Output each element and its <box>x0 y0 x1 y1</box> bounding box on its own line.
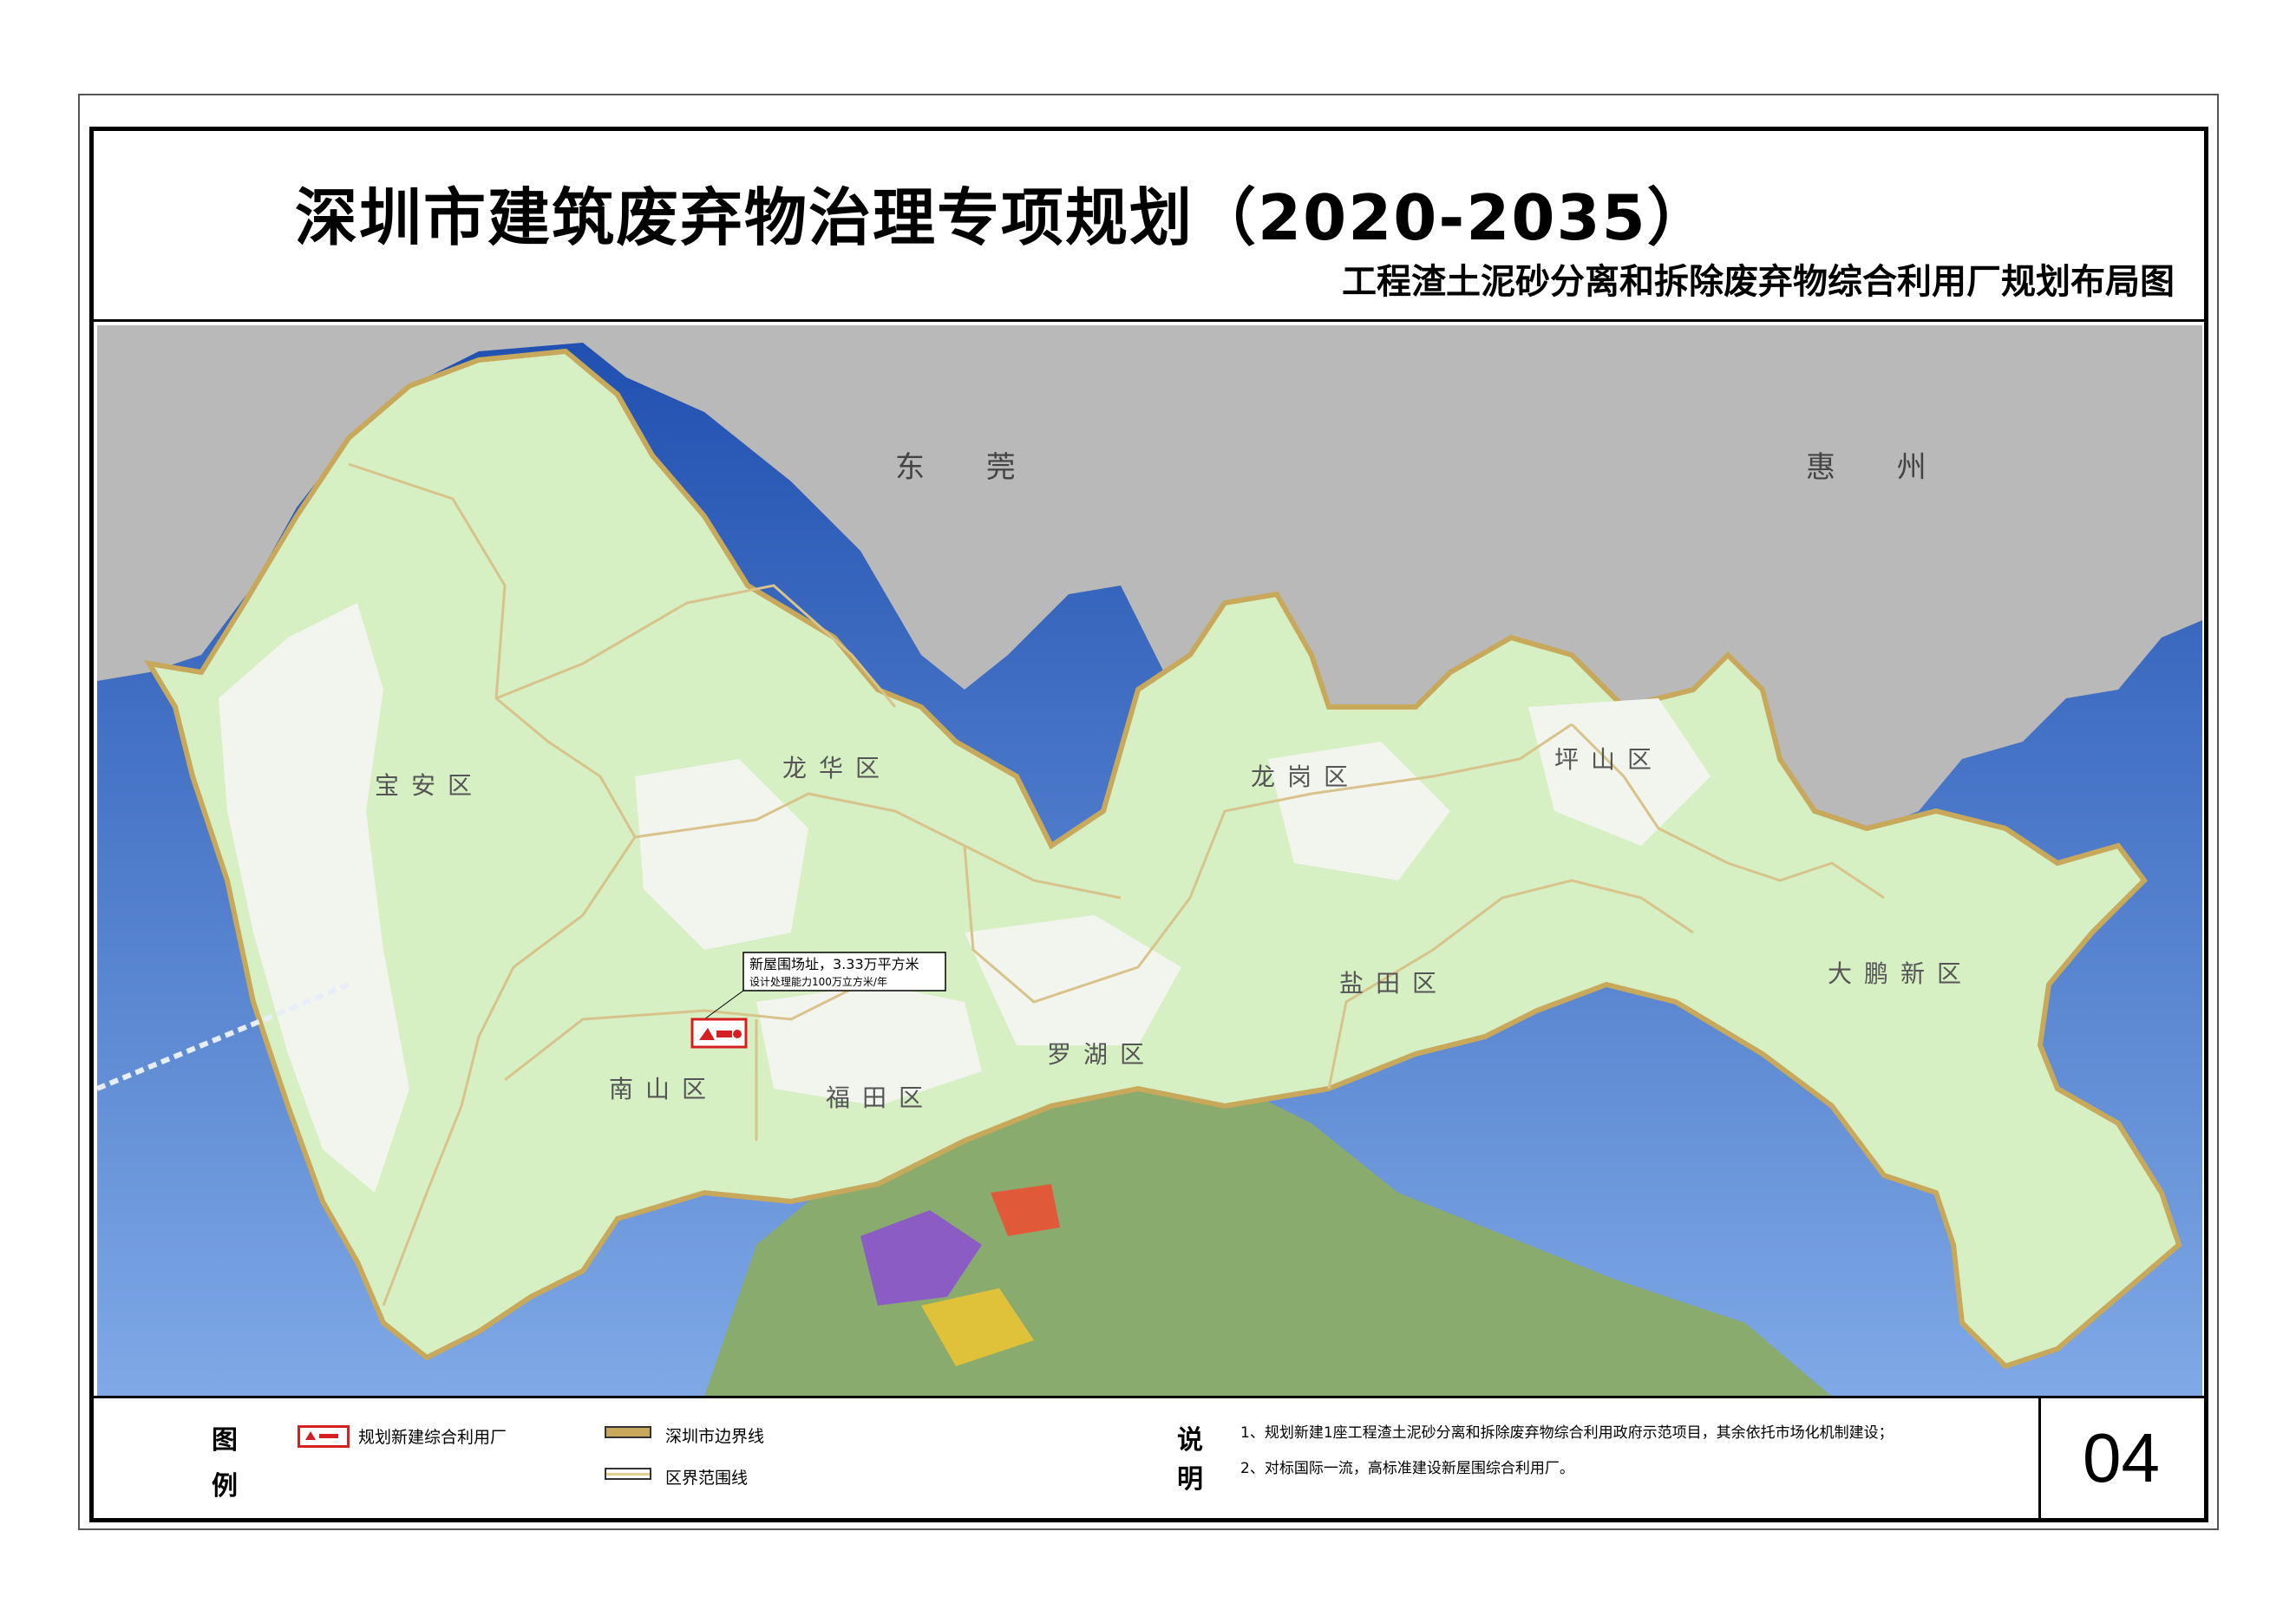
page-title: 深圳市建筑废弃物治理专项规划（2020-2035） <box>295 181 1711 254</box>
note-item-2: 2、对标国际一流，高标准建设新屋围综合利用厂。 <box>1240 1460 1574 1477</box>
district-label-dapeng: 大鹏新区 <box>1828 959 1973 988</box>
district-label-nanshan: 南山区 <box>609 1075 718 1103</box>
city-label-huizhou: 惠 州 <box>1806 450 1953 485</box>
city-boundary-line-icon <box>605 1426 651 1438</box>
district-label-futian: 福田区 <box>826 1083 935 1112</box>
planned-plant-icon <box>298 1425 350 1448</box>
sheet-number: 04 <box>2083 1419 2160 1496</box>
note-item-1: 1、规划新建1座工程渣土泥砂分离和拆除废弃物综合利用政府示范项目，其余依托市场化… <box>1240 1424 1894 1442</box>
legend-heading-2: 例 <box>212 1471 238 1502</box>
legend-item-plant: 规划新建综合利用厂 <box>358 1428 507 1447</box>
district-label-pingshan: 坪山区 <box>1554 745 1664 774</box>
legend-item-district-boundary: 区界范围线 <box>665 1469 749 1488</box>
planned-plant-marker[interactable] <box>690 1018 748 1049</box>
notes-heading-1: 说 <box>1177 1425 1203 1456</box>
site-callout-line1: 新屋围场址，3.33万平方米 <box>749 956 919 972</box>
legend-heading-1: 图 <box>212 1425 238 1456</box>
district-boundary-line-icon <box>605 1468 651 1480</box>
district-label-luohu: 罗湖区 <box>1047 1040 1156 1069</box>
legend-item-city-boundary: 深圳市边界线 <box>665 1427 765 1446</box>
district-label-yantian: 盐田区 <box>1339 969 1449 998</box>
district-label-longhua: 龙华区 <box>782 754 892 782</box>
page-subtitle: 工程渣土泥砂分离和拆除废弃物综合利用厂规划布局图 <box>1342 262 2175 302</box>
city-label-dongguan: 东 莞 <box>895 450 1042 485</box>
district-label-baoan: 宝安区 <box>375 771 484 800</box>
map-canvas: 东 莞 惠 州 宝安区 龙华区 龙岗区 坪山区 南山区 福田区 罗湖区 盐田区 … <box>97 325 2202 1397</box>
notes-heading-2: 明 <box>1177 1464 1203 1495</box>
legend-divider <box>94 1396 2204 1398</box>
site-callout-line2: 设计处理能力100万立方米/年 <box>749 975 887 988</box>
map-panel: 东 莞 惠 州 宝安区 龙华区 龙岗区 坪山区 南山区 福田区 罗湖区 盐田区 … <box>97 325 2202 1397</box>
district-label-longgang: 龙岗区 <box>1251 762 1360 791</box>
header-divider <box>94 319 2204 322</box>
